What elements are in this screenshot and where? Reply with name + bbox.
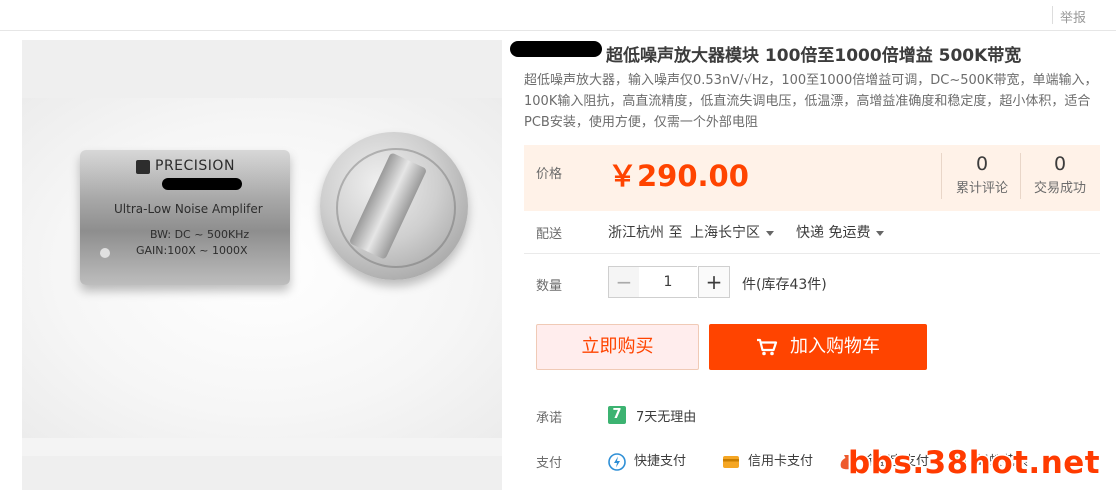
product-title: 超低噪声放大器模块 100倍至1000倍增益 500K带宽 (606, 46, 1022, 66)
module-gain: GAIN:100X ~ 1000X (136, 244, 248, 257)
reviews-stat[interactable]: 0 累计评论 (948, 153, 1016, 196)
shopping-cart-icon (757, 338, 778, 356)
divider (941, 153, 942, 199)
add-to-cart-label: 加入购物车 (790, 336, 880, 357)
product-subtitle: 超低噪声放大器，输入噪声仅0.53nV/√Hz，100至1000倍增益可调，DC… (524, 73, 1098, 130)
sales-stat: 0 交易成功 (1026, 153, 1094, 196)
decrease-button[interactable]: − (608, 266, 640, 298)
payment-quick-pay[interactable]: 快捷支付 (608, 450, 686, 471)
redaction-mark (510, 41, 602, 57)
price-value: ￥290.00 (608, 159, 749, 193)
redaction-mark (162, 178, 242, 190)
chevron-down-icon (766, 230, 774, 236)
shipping-destination-select[interactable]: 上海长宁区 (690, 222, 774, 242)
shipping-from: 浙江杭州 至 (608, 225, 683, 241)
quantity-input[interactable]: 1 (639, 266, 697, 298)
brand-logo-icon (136, 160, 150, 174)
pin-one-dot (100, 248, 110, 258)
price-label: 价格 (536, 167, 563, 182)
module-brand: PRECISION (155, 158, 235, 174)
amplifier-module: PRECISION Ultra-Low Noise Amplifer BW: D… (80, 150, 290, 285)
buy-now-button[interactable]: 立即购买 (536, 324, 699, 370)
sales-label: 交易成功 (1033, 181, 1086, 196)
coin (320, 132, 468, 280)
sales-count: 0 (1053, 153, 1067, 175)
top-bar: 举报 (0, 0, 1116, 31)
price-panel: 价格 ￥290.00 0 累计评论 0 交易成功 (524, 145, 1100, 211)
shipping-destination: 上海长宁区 (690, 225, 760, 241)
divider (1020, 153, 1021, 199)
seven-day-return-icon: 7 (608, 406, 626, 424)
watermark: bbs.38hot.net (848, 445, 1101, 481)
payment-credit-card[interactable]: 信用卡支付 (722, 450, 813, 471)
shipping-label: 配送 (536, 227, 563, 242)
credit-card-icon (723, 455, 739, 468)
divider (1052, 6, 1053, 24)
promise-label: 承诺 (536, 411, 563, 426)
reviews-count: 0 (975, 153, 989, 175)
quick-pay-label: 快捷支付 (634, 454, 687, 469)
reviews-label: 累计评论 (955, 181, 1008, 196)
product-image[interactable]: PRECISION Ultra-Low Noise Amplifer BW: D… (22, 40, 502, 490)
module-name: Ultra-Low Noise Amplifer (114, 202, 263, 216)
divider (524, 253, 1100, 254)
chevron-down-icon (876, 230, 885, 236)
stock-info: 件(库存43件) (742, 277, 827, 293)
shipping-method: 快递 免运费 (796, 225, 871, 241)
payment-label: 支付 (536, 456, 563, 471)
image-top-band (22, 40, 502, 98)
quantity-label: 数量 (536, 279, 563, 294)
promise-text[interactable]: 7天无理由 (636, 406, 696, 425)
shipping-method-select[interactable]: 快递 免运费 (796, 222, 885, 242)
quick-pay-icon (608, 452, 626, 471)
add-to-cart-button[interactable]: 加入购物车 (709, 324, 927, 370)
increase-button[interactable]: + (698, 266, 730, 298)
image-bottom-band (22, 456, 502, 490)
credit-card-label: 信用卡支付 (748, 454, 814, 469)
report-link[interactable]: 举报 (1060, 7, 1086, 26)
module-bandwidth: BW: DC ~ 500KHz (150, 228, 250, 241)
